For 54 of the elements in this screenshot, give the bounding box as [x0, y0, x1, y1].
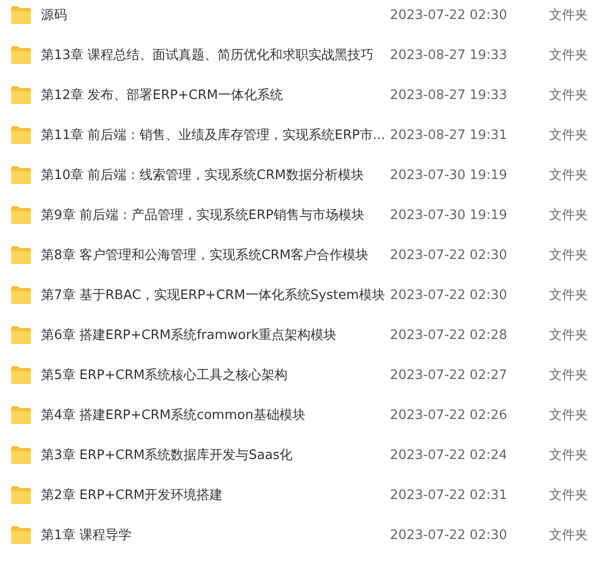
folder-name[interactable]: 第4章 搭建ERP+CRM系统common基础模块 — [41, 406, 381, 424]
file-type: 文件夹 — [549, 167, 589, 184]
folder-icon — [10, 325, 32, 345]
file-type: 文件夹 — [549, 407, 589, 424]
modified-date: 2023-07-30 19:19 — [390, 208, 508, 222]
modified-date: 2023-07-22 02:30 — [390, 248, 508, 262]
folder-icon — [10, 405, 32, 425]
modified-date: 2023-07-30 19:19 — [390, 168, 508, 182]
folder-name[interactable]: 第9章 前后端：产品管理，实现系统ERP销售与市场模块 — [41, 206, 381, 224]
file-type: 文件夹 — [549, 527, 589, 544]
file-type: 文件夹 — [549, 47, 589, 64]
folder-icon — [10, 125, 32, 145]
modified-date: 2023-08-27 19:31 — [390, 128, 508, 142]
modified-date: 2023-08-27 19:33 — [390, 48, 508, 62]
file-type: 文件夹 — [549, 487, 589, 504]
file-type: 文件夹 — [549, 287, 589, 304]
folder-icon — [10, 5, 32, 25]
folder-icon — [10, 525, 32, 545]
file-type: 文件夹 — [549, 367, 589, 384]
modified-date: 2023-07-22 02:27 — [390, 368, 508, 382]
folder-icon — [10, 485, 32, 505]
file-type: 文件夹 — [549, 7, 589, 24]
file-type: 文件夹 — [549, 247, 589, 264]
modified-date: 2023-07-22 02:31 — [390, 488, 508, 502]
modified-date: 2023-07-22 02:30 — [390, 288, 508, 302]
folder-icon — [10, 245, 32, 265]
modified-date: 2023-07-22 02:28 — [390, 328, 508, 342]
folder-icon — [10, 445, 32, 465]
folder-icon — [10, 205, 32, 225]
modified-date: 2023-07-22 02:24 — [390, 448, 508, 462]
folder-name[interactable]: 第6章 搭建ERP+CRM系统framwork重点架构模块 — [41, 326, 381, 344]
folder-name[interactable]: 第5章 ERP+CRM系统核心工具之核心架构 — [41, 366, 381, 384]
folder-name[interactable]: 第13章 课程总结、面试真题、简历优化和求职实战黑技巧 — [41, 46, 381, 64]
file-type: 文件夹 — [549, 447, 589, 464]
folder-name[interactable]: 第1章 课程导学 — [41, 526, 381, 544]
folder-name[interactable]: 源码 — [41, 6, 381, 24]
folder-name[interactable]: 第10章 前后端：线索管理，实现系统CRM数据分析模块 — [41, 166, 381, 184]
modified-date: 2023-07-22 02:30 — [390, 528, 508, 542]
folder-icon — [10, 165, 32, 185]
modified-date: 2023-08-27 19:33 — [390, 88, 508, 102]
folder-icon — [10, 285, 32, 305]
file-type: 文件夹 — [549, 87, 589, 104]
folder-name[interactable]: 第8章 客户管理和公海管理，实现系统CRM客户合作模块 — [41, 246, 381, 264]
file-type: 文件夹 — [549, 207, 589, 224]
folder-name[interactable]: 第2章 ERP+CRM开发环境搭建 — [41, 486, 381, 504]
folder-icon — [10, 45, 32, 65]
modified-date: 2023-07-22 02:26 — [390, 408, 508, 422]
folder-name[interactable]: 第12章 发布、部署ERP+CRM一体化系统 — [41, 86, 381, 104]
file-type: 文件夹 — [549, 327, 589, 344]
file-type: 文件夹 — [549, 127, 589, 144]
modified-date: 2023-07-22 02:30 — [390, 8, 508, 22]
folder-name[interactable]: 第3章 ERP+CRM系统数据库开发与Saas化 — [41, 446, 381, 464]
folder-icon — [10, 85, 32, 105]
folder-icon — [10, 365, 32, 385]
